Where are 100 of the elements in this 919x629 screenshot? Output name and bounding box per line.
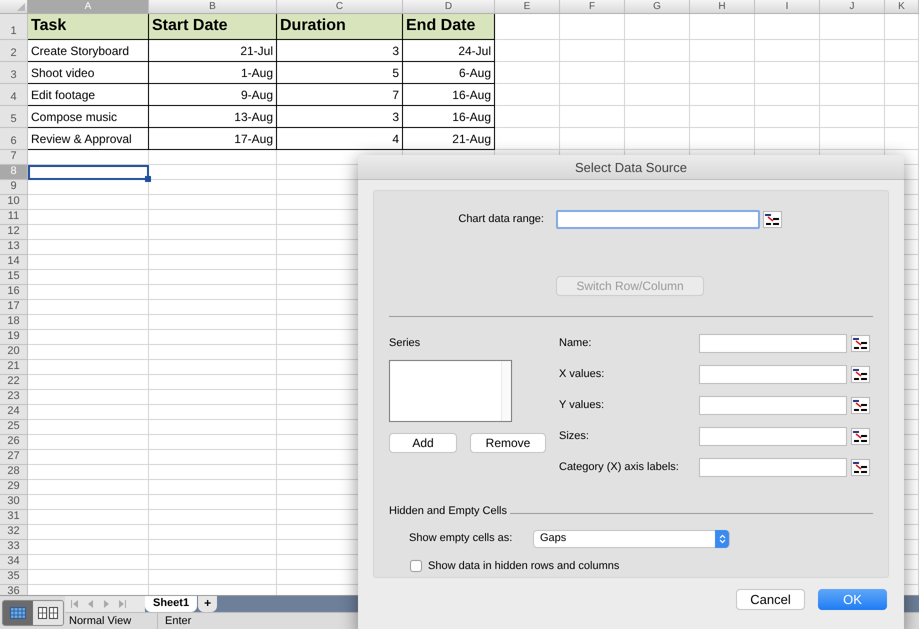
selected-cell[interactable] xyxy=(28,165,149,180)
input-field[interactable] xyxy=(699,365,847,384)
input-field[interactable] xyxy=(699,427,847,446)
grid-cell[interactable] xyxy=(28,270,149,285)
grid-cell[interactable] xyxy=(28,285,149,300)
grid-cell[interactable] xyxy=(149,420,277,435)
grid-cell[interactable] xyxy=(885,40,919,62)
row-header[interactable]: 11 xyxy=(0,210,28,225)
grid-cell[interactable] xyxy=(28,480,149,495)
grid-cell[interactable] xyxy=(560,128,625,150)
grid-cell[interactable] xyxy=(149,285,277,300)
grid-cell[interactable] xyxy=(820,84,885,106)
grid-cell[interactable] xyxy=(28,495,149,510)
row-header[interactable]: 23 xyxy=(0,390,28,405)
row-header[interactable]: 34 xyxy=(0,555,28,570)
grid-cell[interactable] xyxy=(885,62,919,84)
row-header[interactable]: 32 xyxy=(0,525,28,540)
grid-cell[interactable] xyxy=(560,40,625,62)
grid-cell[interactable] xyxy=(560,14,625,40)
grid-cell[interactable] xyxy=(560,62,625,84)
row-header[interactable]: 21 xyxy=(0,360,28,375)
grid-cell[interactable] xyxy=(149,570,277,585)
row-header[interactable]: 31 xyxy=(0,510,28,525)
input-field[interactable] xyxy=(699,458,847,477)
grid-cell[interactable] xyxy=(625,62,690,84)
cancel-button[interactable]: Cancel xyxy=(736,589,805,610)
grid-cell[interactable] xyxy=(625,14,690,40)
grid-cell[interactable] xyxy=(28,435,149,450)
grid-cell[interactable] xyxy=(690,62,755,84)
grid-cell[interactable] xyxy=(28,405,149,420)
column-header[interactable]: G xyxy=(625,0,690,13)
input-field[interactable] xyxy=(556,210,760,229)
grid-cell[interactable] xyxy=(690,40,755,62)
grid-cell[interactable] xyxy=(149,405,277,420)
grid-cell[interactable] xyxy=(149,480,277,495)
grid-cell[interactable] xyxy=(28,180,149,195)
grid-cell[interactable] xyxy=(149,555,277,570)
grid-cell[interactable] xyxy=(755,40,820,62)
range-picker-icon[interactable] xyxy=(851,335,870,352)
column-header[interactable]: K xyxy=(885,0,919,13)
column-header[interactable]: C xyxy=(277,0,403,13)
grid-cell[interactable] xyxy=(28,510,149,525)
row-header[interactable]: 36 xyxy=(0,585,28,595)
grid-cell[interactable] xyxy=(495,128,560,150)
grid-cell[interactable] xyxy=(495,62,560,84)
row-header[interactable]: 9 xyxy=(0,180,28,195)
grid-cell[interactable] xyxy=(885,128,919,150)
row-header[interactable]: 17 xyxy=(0,300,28,315)
grid-cell[interactable] xyxy=(28,255,149,270)
grid-cell[interactable] xyxy=(560,106,625,128)
column-header[interactable]: E xyxy=(495,0,560,13)
range-picker-icon[interactable] xyxy=(851,428,870,445)
grid-cell[interactable] xyxy=(28,315,149,330)
row-header[interactable]: 27 xyxy=(0,450,28,465)
grid-cell[interactable] xyxy=(149,210,277,225)
range-picker-icon[interactable] xyxy=(851,459,870,476)
series-list[interactable] xyxy=(389,360,512,422)
grid-cell[interactable] xyxy=(149,165,277,180)
grid-cell[interactable] xyxy=(28,195,149,210)
row-header[interactable]: 24 xyxy=(0,405,28,420)
grid-cell[interactable] xyxy=(625,84,690,106)
grid-cell[interactable] xyxy=(755,128,820,150)
row-header[interactable]: 7 xyxy=(0,150,28,165)
row-header[interactable]: 15 xyxy=(0,270,28,285)
grid-cell[interactable] xyxy=(690,106,755,128)
grid-cell[interactable] xyxy=(625,106,690,128)
grid-cell[interactable] xyxy=(820,14,885,40)
grid-cell[interactable] xyxy=(149,330,277,345)
grid-cell[interactable] xyxy=(495,84,560,106)
grid-cell[interactable] xyxy=(149,510,277,525)
grid-cell[interactable] xyxy=(149,315,277,330)
grid-cell[interactable] xyxy=(149,300,277,315)
grid-cell[interactable] xyxy=(560,84,625,106)
column-header[interactable]: I xyxy=(755,0,820,13)
range-picker-icon[interactable] xyxy=(851,366,870,383)
column-header[interactable]: B xyxy=(149,0,277,13)
grid-cell[interactable] xyxy=(28,450,149,465)
grid-cell[interactable] xyxy=(28,240,149,255)
ok-button[interactable]: OK xyxy=(818,589,887,610)
grid-cell[interactable] xyxy=(28,210,149,225)
grid-cell[interactable] xyxy=(755,14,820,40)
row-header[interactable]: 4 xyxy=(0,84,28,106)
grid-cell[interactable] xyxy=(690,84,755,106)
add-button[interactable]: Add xyxy=(389,433,457,453)
grid-cell[interactable] xyxy=(820,40,885,62)
row-header[interactable]: 33 xyxy=(0,540,28,555)
row-header[interactable]: 10 xyxy=(0,195,28,210)
grid-cell[interactable] xyxy=(149,435,277,450)
grid-cell[interactable] xyxy=(28,360,149,375)
grid-cell[interactable] xyxy=(820,128,885,150)
grid-cell[interactable] xyxy=(149,255,277,270)
grid-cell[interactable] xyxy=(28,525,149,540)
row-header[interactable]: 28 xyxy=(0,465,28,480)
row-header[interactable]: 30 xyxy=(0,495,28,510)
grid-cell[interactable] xyxy=(149,195,277,210)
grid-cell[interactable] xyxy=(820,62,885,84)
grid-cell[interactable] xyxy=(755,62,820,84)
grid-cell[interactable] xyxy=(495,14,560,40)
grid-cell[interactable] xyxy=(495,106,560,128)
add-sheet-button[interactable]: + xyxy=(198,596,218,612)
